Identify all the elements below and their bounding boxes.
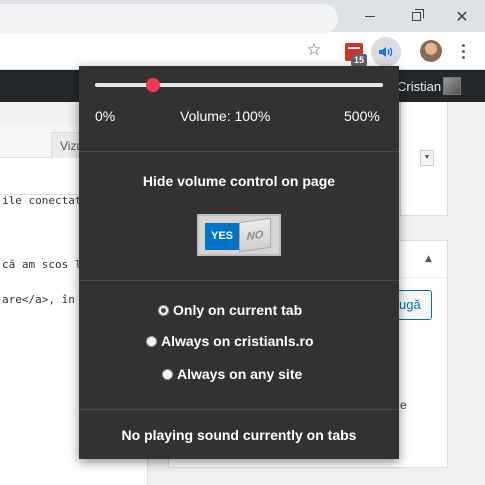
restore-button[interactable] bbox=[393, 0, 439, 32]
browser-menu-button[interactable] bbox=[458, 40, 468, 62]
extension-badge: 15 bbox=[351, 54, 367, 66]
option-current-tab-label: Only on current tab bbox=[173, 302, 303, 318]
side-text: e bbox=[400, 398, 407, 412]
minimize-button[interactable] bbox=[347, 0, 393, 32]
radio-current-tab[interactable] bbox=[158, 304, 169, 316]
radio-any-site[interactable] bbox=[162, 368, 173, 380]
admin-user-name[interactable]: Cristian bbox=[397, 79, 441, 94]
collapse-caret-icon[interactable]: ▲ bbox=[425, 254, 432, 264]
radio-site[interactable] bbox=[146, 335, 157, 347]
toggle-yes-label: YES bbox=[205, 223, 239, 250]
section-divider bbox=[79, 409, 399, 410]
address-bar[interactable] bbox=[0, 4, 338, 34]
playing-status-text: No playing sound currently on tabs bbox=[121, 427, 357, 443]
browser-toolbar bbox=[0, 32, 485, 70]
volume-slider-knob[interactable] bbox=[145, 78, 160, 92]
admin-user-avatar[interactable] bbox=[443, 77, 461, 95]
volume-extension-button[interactable] bbox=[371, 37, 401, 67]
hide-control-title: Hide volume control on page bbox=[142, 173, 336, 189]
toggle-no-label: NO bbox=[239, 217, 271, 253]
option-any-site[interactable]: Always on any site bbox=[162, 366, 302, 382]
code-line: are</a>, în bbox=[2, 293, 75, 306]
close-window-button[interactable]: ✕ bbox=[439, 0, 485, 32]
section-divider bbox=[79, 151, 399, 152]
volume-current-label: Volume: 100% bbox=[180, 108, 271, 124]
volume-slider-track[interactable] bbox=[95, 83, 383, 87]
option-site-label: Always on cristianls.ro bbox=[161, 333, 314, 349]
code-line: ile conectat bbox=[2, 194, 82, 207]
section-divider bbox=[79, 280, 399, 281]
minimize-icon bbox=[365, 15, 375, 17]
code-line: că am scos l bbox=[2, 258, 82, 271]
volume-max-label: 500% bbox=[344, 108, 380, 124]
volume-popup bbox=[79, 66, 399, 459]
hide-control-toggle[interactable]: YES NO bbox=[197, 214, 281, 256]
option-current-tab[interactable]: Only on current tab bbox=[158, 302, 302, 318]
profile-avatar[interactable] bbox=[420, 40, 442, 62]
option-any-site-label: Always on any site bbox=[177, 366, 303, 382]
bookmark-star-icon[interactable]: ☆ bbox=[304, 40, 324, 60]
scroll-down-arrow-icon[interactable]: ▼ bbox=[420, 150, 434, 166]
restore-icon bbox=[411, 8, 424, 21]
volume-min-label: 0% bbox=[95, 108, 116, 124]
close-icon: ✕ bbox=[455, 6, 469, 26]
speaker-icon bbox=[379, 47, 393, 57]
option-site[interactable]: Always on cristianls.ro bbox=[146, 333, 314, 349]
